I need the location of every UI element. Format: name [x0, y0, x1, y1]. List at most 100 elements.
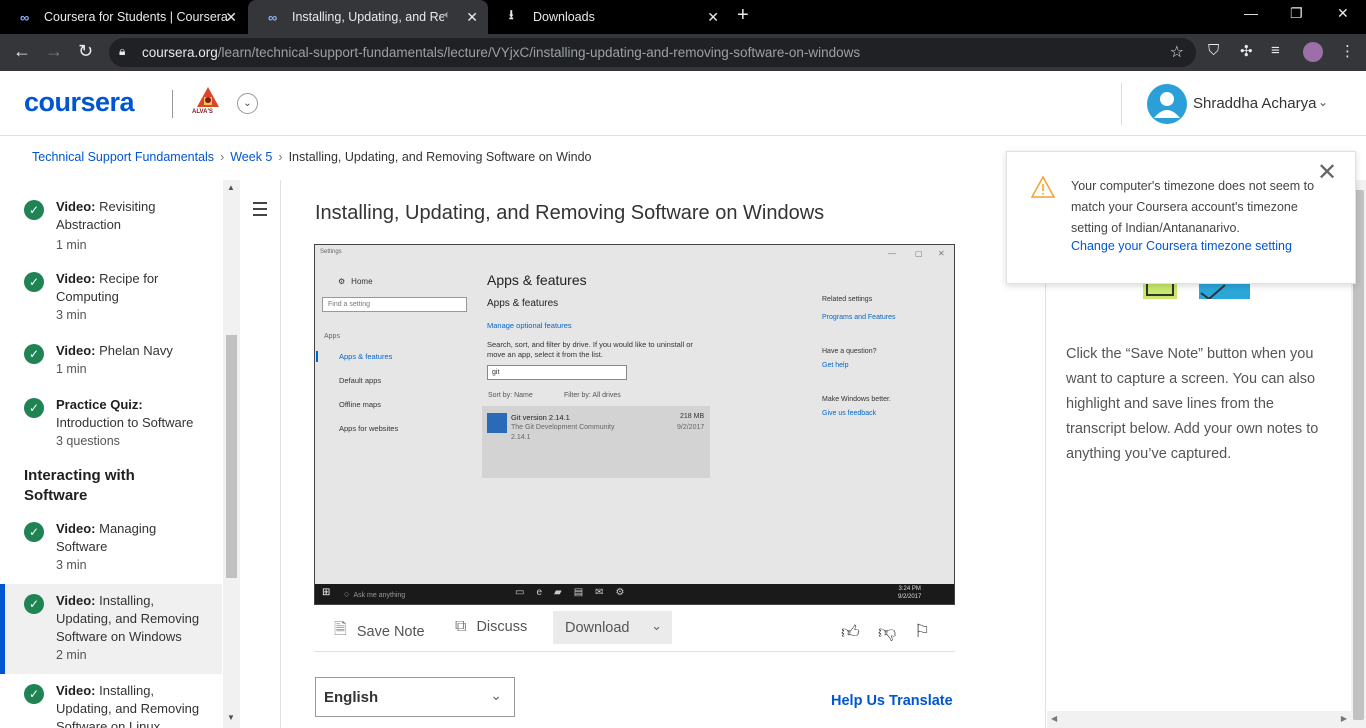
close-icon[interactable]: ✕ — [1317, 161, 1337, 185]
main-left-border — [280, 180, 281, 728]
partner-logo[interactable] — [193, 85, 223, 121]
video-minimize-icon: — — [888, 249, 896, 258]
video-filter-by: Filter by: All drives — [564, 392, 621, 399]
restore-icon[interactable]: ❐ — [1290, 5, 1303, 22]
video-help-link: Get help — [822, 362, 849, 369]
save-note-label: Save Note — [356, 623, 425, 640]
note-icon: 🗎︎ — [334, 621, 347, 638]
speaker-icon[interactable]: 🔈︎ — [444, 9, 451, 22]
video-nav-apps-features: Apps & features — [339, 352, 393, 361]
puzzle-extensions-icon[interactable]: ✣ — [1240, 42, 1253, 60]
video-app-size: 218 MB — [680, 413, 705, 420]
back-icon[interactable]: ← — [13, 41, 31, 62]
close-tab-icon[interactable]: ✕ — [225, 9, 237, 26]
sidebar-item-phelan-navy[interactable]: ✓ Video: Phelan Navy 1 min — [0, 342, 222, 382]
coursera-logo[interactable]: coursera — [24, 87, 135, 118]
scrollbar-thumb[interactable] — [226, 335, 237, 578]
video-restore-icon: ▢ — [915, 249, 923, 258]
video-home-link: ⚙︎ Home — [338, 277, 373, 286]
media-control-icon[interactable]: ≡ — [1271, 42, 1280, 59]
sidebar-item-installing-linux[interactable]: ✓ Video: Installing, Updating, and Remov… — [0, 682, 222, 728]
cortana-icon: ○ — [344, 589, 350, 599]
sidebar-item-recipe-for-computing[interactable]: ✓ Video: Recipe for Computing 3 min — [0, 270, 222, 330]
video-related-title: Related settings — [822, 296, 873, 303]
close-tab-icon[interactable]: ✕ — [466, 9, 478, 26]
completed-check-icon: ✓ — [24, 522, 44, 542]
video-subheading: Apps & features — [487, 298, 559, 309]
sidebar-item-duration: 3 questions — [56, 434, 120, 448]
language-select[interactable]: English ⌄ — [315, 677, 515, 717]
help-translate-link[interactable]: Help Us Translate — [831, 693, 953, 709]
scroll-left-arrow-icon[interactable]: ◀ — [1051, 714, 1057, 723]
git-app-icon — [487, 413, 507, 433]
browser-profile-avatar[interactable] — [1303, 42, 1323, 62]
sidebar-item-label: Video: Recipe for Computing — [56, 271, 159, 304]
video-better-title: Make Windows better. — [822, 396, 891, 403]
discuss-label: Discuss — [476, 619, 528, 635]
partner-dropdown-chevron-icon[interactable]: ⌄ — [237, 93, 258, 114]
external-link-icon: ⧉ — [455, 618, 467, 635]
close-tab-icon[interactable]: ✕ — [707, 9, 719, 26]
flag-icon[interactable]: ⚐ — [914, 621, 930, 642]
save-note-button[interactable]: 🗎︎ Save Note — [334, 618, 425, 645]
sidebar-item-label: Video: Managing Software — [56, 521, 157, 554]
sidebar-item-revisiting-abstraction[interactable]: ✓ Video: Revisiting Abstraction 1 min — [0, 198, 222, 258]
completed-check-icon: ✓ — [24, 398, 44, 418]
sidebar-item-label: Video: Installing, Updating, and Removin… — [56, 683, 200, 728]
shield-extension-icon[interactable]: ⛉ — [1208, 42, 1219, 59]
user-menu-chevron-icon[interactable]: ⌄ — [1318, 95, 1328, 109]
minimize-icon[interactable]: — — [1244, 5, 1258, 21]
bookmark-star-icon[interactable]: ☆ — [1170, 42, 1184, 62]
download-button[interactable]: Download ⌄ — [553, 611, 672, 644]
notes-illustration-check — [1199, 283, 1250, 301]
url-text: coursera.org/learn/technical-support-fun… — [142, 45, 861, 60]
new-tab-icon[interactable]: + — [737, 4, 749, 27]
scroll-right-arrow-icon[interactable]: ▶ — [1341, 714, 1347, 723]
list-icon-line — [253, 208, 267, 210]
forward-icon[interactable]: → — [45, 41, 63, 62]
sidebar-scrollbar[interactable]: ▲ ▼ — [223, 180, 240, 728]
sidebar-item-managing-software[interactable]: ✓ Video: Managing Software 3 min — [0, 520, 222, 580]
video-nav-apps-websites: Apps for websites — [339, 424, 399, 433]
lock-icon: 🔒︎ — [119, 44, 126, 58]
video-manage-link: Manage optional features — [487, 321, 572, 330]
video-window-title: Settings — [320, 249, 342, 255]
close-window-icon[interactable]: ✕ — [1337, 5, 1349, 22]
breadcrumb-course-link[interactable]: Technical Support Fundamentals — [32, 150, 214, 164]
browser-tab-downloads[interactable]: ⭳ Downloads ✕ — [489, 0, 729, 34]
video-sort-by: Sort by: Name — [488, 392, 533, 399]
sidebar-item-installing-windows[interactable]: ✓ Video: Installing, Updating, and Remov… — [0, 584, 222, 674]
scroll-down-arrow-icon[interactable]: ▼ — [227, 713, 235, 722]
browser-tab-lecture[interactable]: ∞ Installing, Updating, and Rem 🔈︎ ✕ — [248, 0, 488, 34]
chevron-down-icon: ⌄ — [490, 687, 502, 703]
user-name[interactable]: Shraddha Acharya — [1193, 95, 1316, 112]
address-bar[interactable]: 🔒︎ coursera.org/learn/technical-support-… — [109, 38, 1196, 67]
scroll-up-arrow-icon[interactable]: ▲ — [227, 183, 235, 192]
lecture-list-toggle[interactable] — [241, 188, 279, 228]
list-icon-line — [253, 214, 267, 216]
thumbs-down-icon[interactable]: 👎︎ — [878, 621, 896, 643]
video-app-version: 2.14.1 — [511, 434, 531, 441]
browser-menu-icon[interactable]: ⋮ — [1340, 42, 1355, 60]
timezone-settings-link[interactable]: Change your Coursera timezone setting — [1071, 239, 1292, 253]
sidebar-item-practice-quiz[interactable]: ✓ Practice Quiz: Introduction to Software… — [0, 396, 222, 454]
sidebar-section-title: Interacting with Software — [24, 467, 135, 504]
completed-check-icon: ✓ — [24, 684, 44, 704]
notes-horizontal-scrollbar[interactable]: ◀ ▶ — [1047, 711, 1351, 728]
site-header: coursera ALVA'S ⌄ Shraddha Acharya ⌄ — [0, 71, 1366, 136]
windows-start-icon: ⊞ — [322, 587, 331, 598]
reload-icon[interactable]: ↻ — [78, 41, 93, 62]
sidebar-item-duration: 3 min — [56, 308, 87, 322]
gear-icon: ⚙︎ — [338, 277, 346, 286]
browser-tab-coursera-students[interactable]: ∞ Coursera for Students | Coursera ✕ — [0, 0, 247, 34]
video-nav-offline-maps: Offline maps — [339, 400, 381, 409]
thumbs-up-icon[interactable]: 👍︎ — [841, 621, 860, 643]
discuss-button[interactable]: ⧉ Discuss — [455, 618, 527, 636]
breadcrumb-week-link[interactable]: Week 5 — [230, 150, 272, 164]
tab-title: Downloads — [533, 10, 595, 24]
video-settings-search: Find a setting — [322, 297, 467, 312]
user-avatar[interactable] — [1147, 84, 1187, 124]
timezone-message: Your computer's timezone does not seem t… — [1071, 179, 1315, 235]
language-selected: English — [324, 689, 379, 706]
sidebar-item-duration: 1 min — [56, 238, 87, 252]
